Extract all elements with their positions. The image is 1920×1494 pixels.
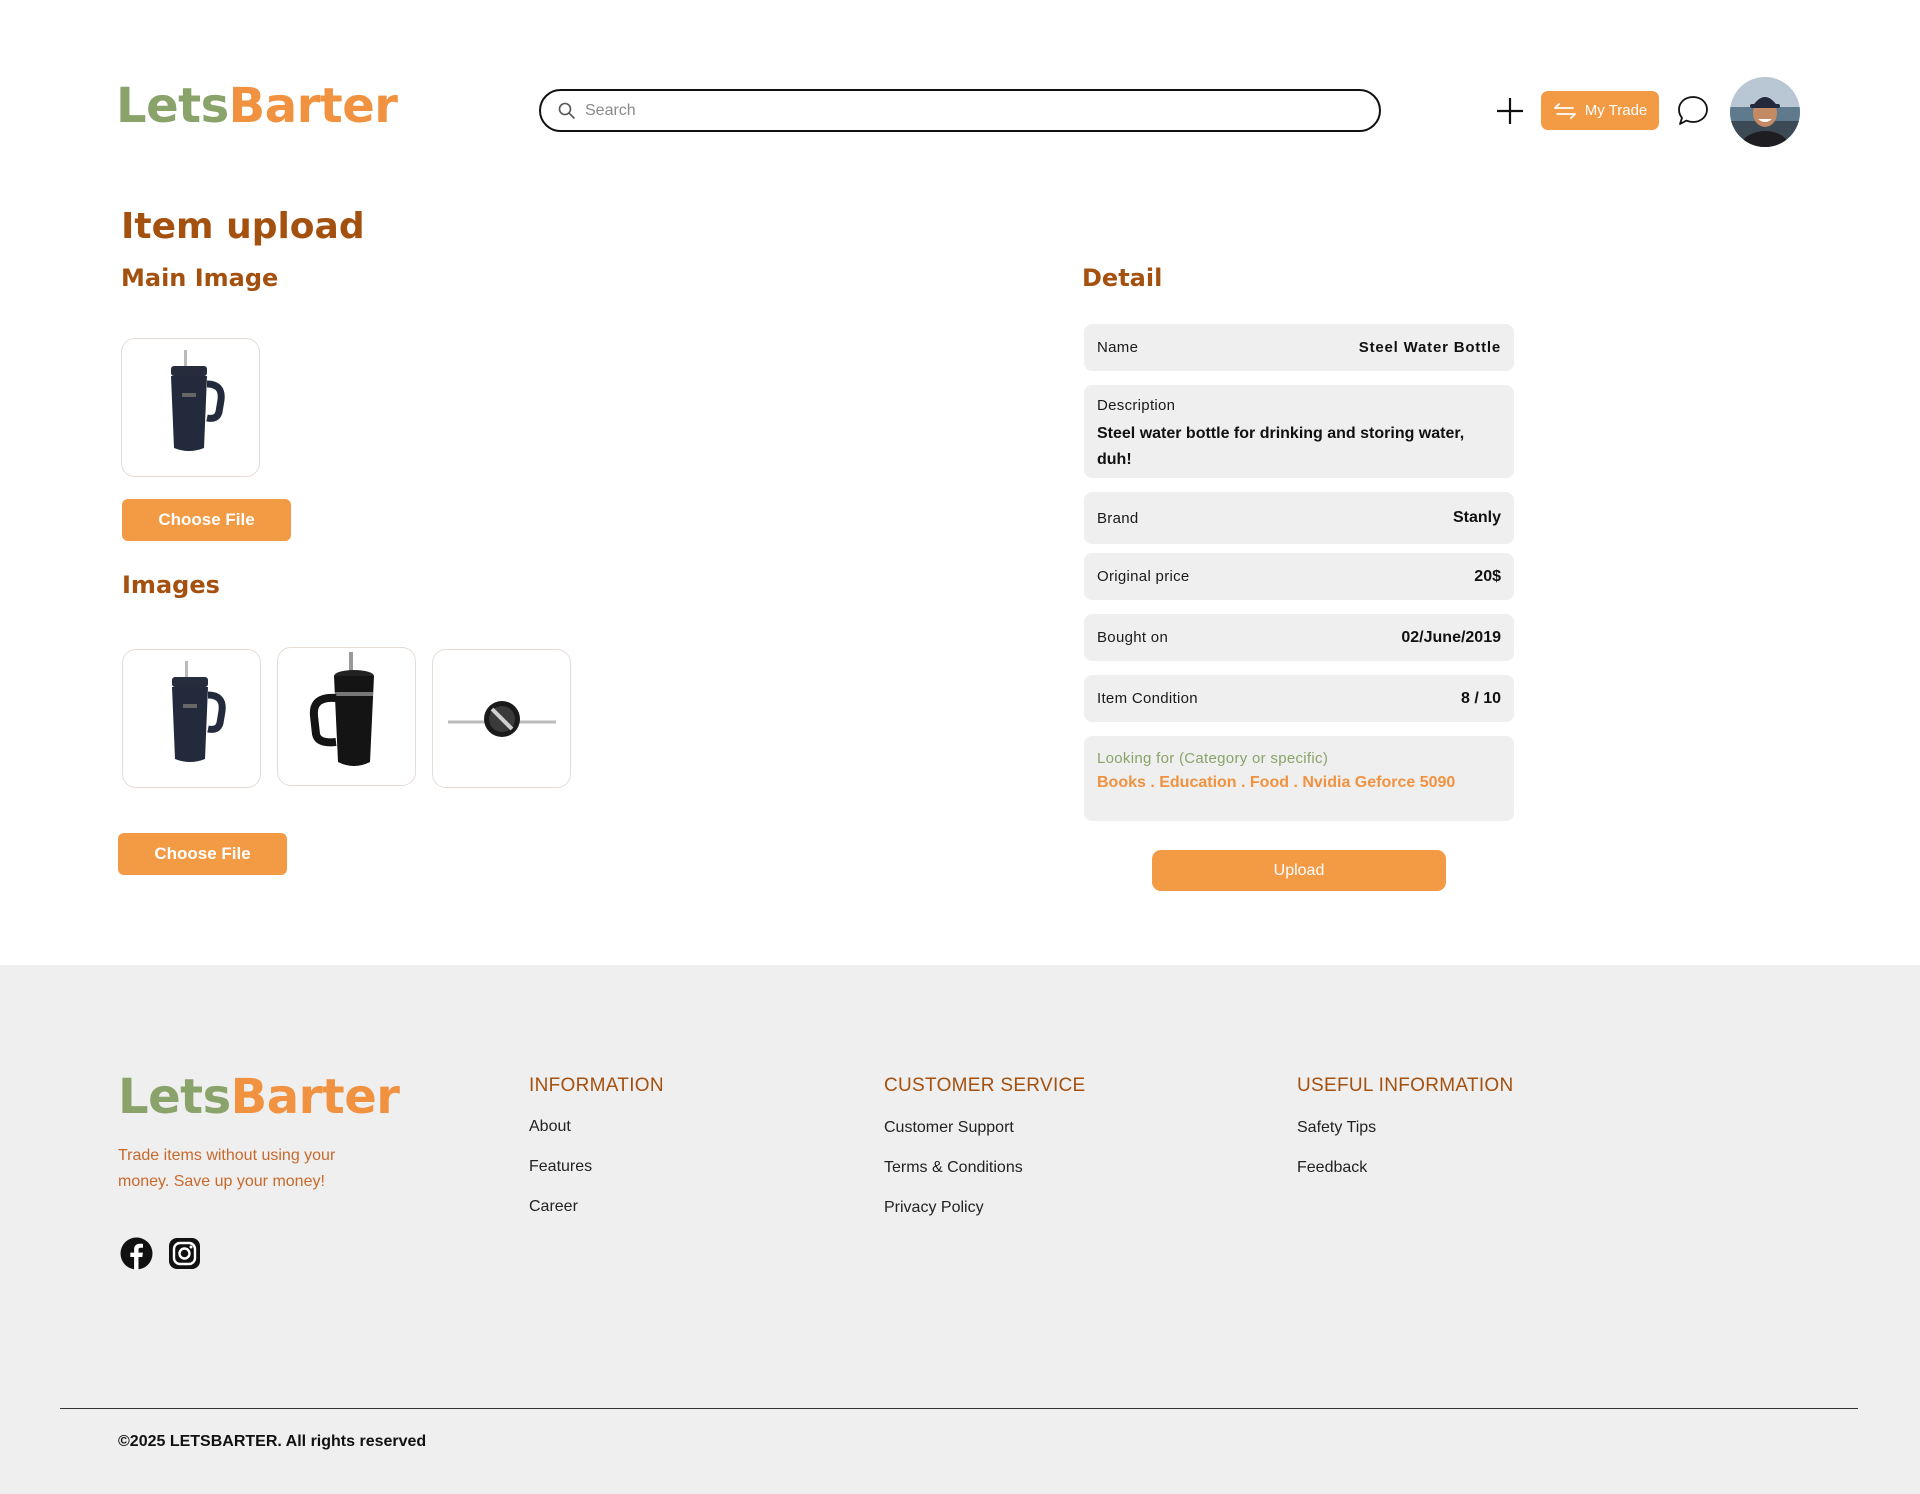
footer-link-features[interactable]: Features: [529, 1158, 592, 1176]
footer-link-feedback[interactable]: Feedback: [1297, 1159, 1367, 1177]
name-value: Steel Water Bottle: [1358, 339, 1501, 356]
brand-label: Brand: [1097, 509, 1139, 527]
swap-icon: [1553, 102, 1576, 119]
footer-link-about[interactable]: About: [529, 1118, 571, 1136]
gallery-image-1[interactable]: [122, 649, 261, 788]
brand-value: Stanly: [1452, 509, 1501, 526]
detail-heading: Detail: [1082, 264, 1163, 292]
gallery-image-2[interactable]: [277, 647, 416, 786]
instagram-icon[interactable]: [168, 1237, 201, 1270]
looking-for-label: Looking for (Category or specific): [1097, 750, 1329, 767]
price-field[interactable]: Original price 20$: [1084, 553, 1514, 600]
footer-link-terms[interactable]: Terms & Conditions: [884, 1159, 1023, 1177]
looking-for-value: Books . Education . Food . Nvidia Geforc…: [1097, 774, 1456, 791]
bought-on-label: Bought on: [1097, 629, 1169, 646]
footer-logo-lets: Lets: [118, 1069, 231, 1125]
name-label: Name: [1097, 339, 1139, 356]
search-icon: [558, 102, 575, 119]
header-logo[interactable]: LetsBarter: [116, 78, 398, 134]
gallery-image-3[interactable]: [432, 649, 571, 788]
footer: LetsBarter Trade items without using you…: [0, 965, 1920, 1494]
name-field[interactable]: Name Steel Water Bottle: [1084, 324, 1514, 371]
bought-on-value: 02/June/2019: [1401, 628, 1501, 646]
choose-images-button[interactable]: Choose File: [118, 833, 287, 875]
footer-link-privacy[interactable]: Privacy Policy: [884, 1199, 984, 1217]
description-value: Steel water bottle for drinking and stor…: [1097, 425, 1465, 468]
footer-logo-barter: Barter: [230, 1069, 400, 1125]
bought-on-field[interactable]: Bought on 02/June/2019: [1084, 614, 1514, 661]
main-image-thumbnail: [121, 338, 260, 477]
description-label: Description: [1097, 397, 1176, 414]
footer-divider: [60, 1408, 1858, 1409]
footer-link-customer-support[interactable]: Customer Support: [884, 1119, 1014, 1137]
brand-field[interactable]: Brand Stanly: [1084, 492, 1514, 544]
chat-icon[interactable]: [1676, 94, 1710, 128]
avatar[interactable]: [1730, 77, 1800, 147]
customer-service-title: CUSTOMER SERVICE: [884, 1075, 1086, 1096]
search-input[interactable]: [585, 101, 1345, 120]
condition-value: 8 / 10: [1460, 689, 1501, 707]
footer-link-career[interactable]: Career: [529, 1198, 578, 1216]
price-label: Original price: [1097, 568, 1190, 585]
page-title: Item upload: [121, 206, 365, 247]
logo-barter: Barter: [228, 78, 398, 134]
facebook-icon[interactable]: [120, 1237, 153, 1270]
copyright: ©2025 LETSBARTER. All rights reserved: [118, 1433, 427, 1450]
useful-information-title: USEFUL INFORMATION: [1297, 1075, 1514, 1096]
search-bar[interactable]: [539, 89, 1381, 132]
condition-field[interactable]: Item Condition 8 / 10: [1084, 675, 1514, 722]
my-trade-button[interactable]: My Trade: [1541, 91, 1659, 130]
plus-icon[interactable]: [1494, 95, 1526, 127]
choose-main-image-button[interactable]: Choose File: [122, 499, 291, 541]
condition-label: Item Condition: [1097, 690, 1198, 707]
footer-tagline: Trade items without using your money. Sa…: [118, 1147, 336, 1190]
images-heading: Images: [122, 571, 220, 599]
price-value: 20$: [1474, 567, 1501, 585]
upload-button[interactable]: Upload: [1152, 850, 1446, 891]
information-title: INFORMATION: [529, 1075, 664, 1096]
my-trade-label: My Trade: [1584, 102, 1648, 119]
footer-logo[interactable]: LetsBarter: [118, 1069, 400, 1125]
looking-for-field[interactable]: Looking for (Category or specific) Books…: [1084, 736, 1514, 821]
main-image-heading: Main Image: [121, 264, 279, 292]
description-field[interactable]: Description Steel water bottle for drink…: [1084, 385, 1514, 478]
logo-lets: Lets: [116, 78, 229, 134]
footer-link-safety-tips[interactable]: Safety Tips: [1297, 1119, 1376, 1137]
